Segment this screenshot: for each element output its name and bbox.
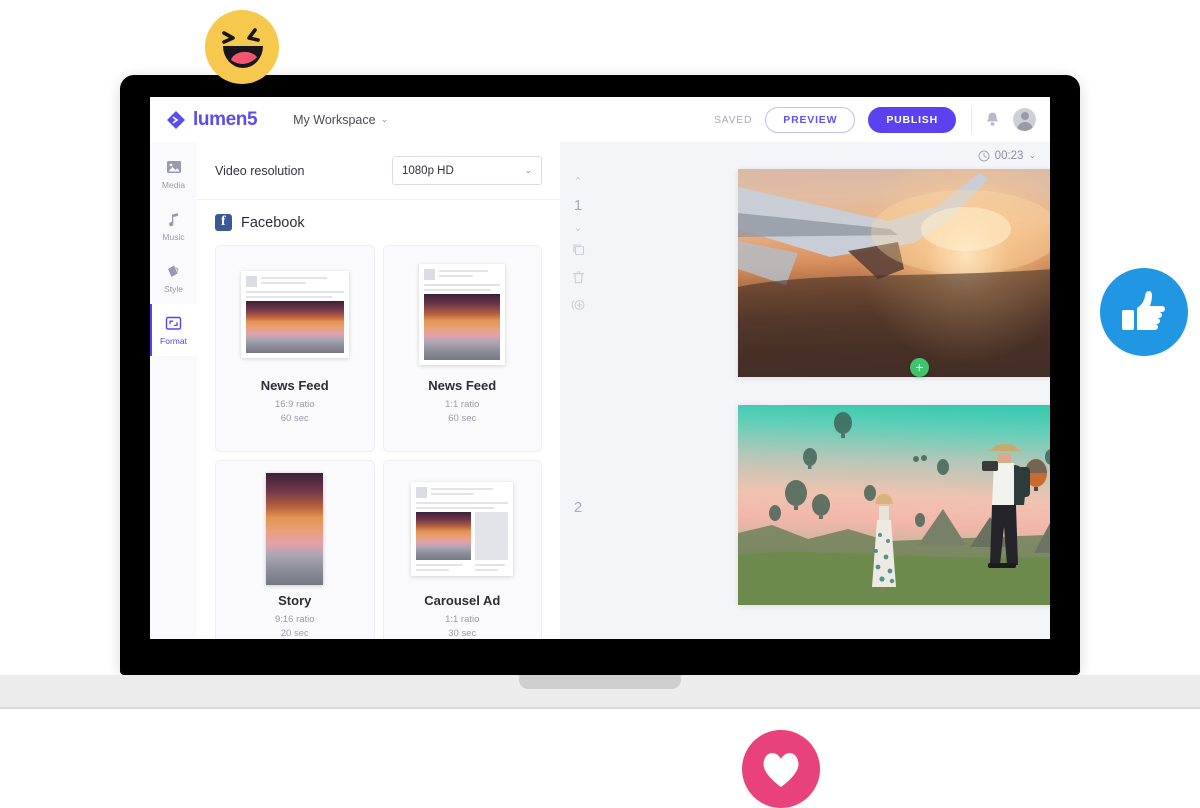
scene-number: 1 (573, 197, 583, 214)
format-card-ratio: 16:9 ratio (274, 399, 315, 410)
format-card-duration: 60 sec (280, 413, 309, 424)
format-card-story[interactable]: Story 9:16 ratio 20 sec (215, 460, 375, 639)
header-actions: SAVED PREVIEW PUBLISH (713, 106, 1050, 133)
format-frame-icon (165, 315, 182, 332)
sidebar-item-music[interactable]: Music (150, 200, 197, 252)
sidebar-item-label: Format (160, 335, 187, 346)
sidebar-item-style[interactable]: Style (150, 252, 197, 304)
brand-name: lumen5 (193, 108, 258, 130)
thumbnail (266, 469, 324, 589)
thumbnail (240, 254, 349, 374)
love-reaction (742, 730, 820, 808)
brand-logo[interactable]: lumen5 (166, 108, 258, 131)
format-card-carousel-ad[interactable]: Carousel Ad 1:1 ratio 30 sec (382, 460, 542, 639)
header-divider (971, 106, 972, 133)
avatar[interactable] (1013, 108, 1036, 131)
like-reaction (1100, 268, 1188, 356)
publish-button[interactable]: PUBLISH (868, 106, 956, 133)
saved-status: SAVED (713, 113, 753, 126)
format-card-title: Story (278, 593, 312, 608)
video-resolution-label: Video resolution (215, 163, 305, 178)
format-card-title: News Feed (260, 378, 329, 393)
stage: 00:23 ⌄ ⌃ 1 ⌄ + 2 (560, 142, 1050, 639)
sidebar-item-label: Music (162, 231, 185, 242)
chevron-down-icon: ⌄ (380, 114, 389, 124)
scene-2: 2 (560, 405, 1050, 610)
image-icon (165, 159, 182, 176)
video-duration[interactable]: 00:23 ⌄ (978, 150, 1036, 162)
chevron-up-icon[interactable]: ⌃ (573, 177, 582, 188)
haha-face-icon (222, 28, 263, 68)
format-card-news-feed-11[interactable]: News Feed 1:1 ratio 60 sec (382, 245, 542, 452)
format-card-grid: News Feed 16:9 ratio 60 sec News Feed 1:… (197, 241, 560, 639)
laptop-notch (519, 675, 681, 689)
stage-topbar: 00:23 ⌄ (560, 142, 1050, 169)
format-card-duration: 20 sec (280, 628, 309, 639)
platform-name: Facebook (241, 214, 305, 231)
post-mock-portrait (266, 473, 324, 585)
video-resolution-row: Video resolution 1080p HD ⌄ (197, 142, 560, 200)
format-card-title: News Feed (428, 378, 497, 393)
thumbs-up-icon (1122, 291, 1165, 330)
scene-2-image[interactable] (738, 405, 1050, 605)
format-card-ratio: 1:1 ratio (445, 614, 480, 625)
chevron-down-icon[interactable]: ⌄ (573, 223, 582, 234)
scene-1-image[interactable] (738, 169, 1050, 377)
thumbnail (419, 254, 506, 374)
duplicate-icon[interactable] (572, 243, 585, 261)
format-card-ratio: 9:16 ratio (274, 614, 315, 625)
post-mock-carousel (411, 482, 514, 576)
scene-rail: ⌃ 1 ⌄ (560, 169, 596, 392)
add-circle-icon[interactable] (571, 298, 586, 317)
trash-icon[interactable] (572, 270, 585, 289)
sidebar-item-label: Style (164, 283, 183, 294)
preview-button[interactable]: PREVIEW (765, 106, 856, 133)
post-mock-square (419, 263, 506, 365)
format-card-title: Carousel Ad (424, 593, 501, 608)
sidebar-item-format[interactable]: Format (150, 304, 197, 356)
post-mock-landscape (240, 270, 349, 358)
thumbnail (411, 469, 514, 589)
sidebar-item-media[interactable]: Media (150, 148, 197, 200)
laptop-frame: lumen5 My Workspace ⌄ SAVED PREVIEW PUBL… (120, 75, 1080, 675)
chevron-down-icon: ⌄ (524, 165, 532, 175)
app-header: lumen5 My Workspace ⌄ SAVED PREVIEW PUBL… (150, 97, 1050, 143)
sidebar-item-label: Media (161, 179, 186, 190)
heart-icon (763, 753, 799, 787)
video-resolution-select[interactable]: 1080p HD ⌄ (392, 156, 542, 185)
format-panel: Video resolution 1080p HD ⌄ Facebook (197, 142, 561, 639)
format-card-duration: 30 sec (448, 628, 477, 639)
workspace-selector[interactable]: My Workspace ⌄ (293, 113, 388, 127)
platform-heading: Facebook (197, 200, 560, 241)
left-nav: Media Music Style Format (150, 142, 198, 639)
format-card-ratio: 1:1 ratio (445, 399, 480, 410)
haha-reaction (205, 10, 279, 84)
format-card-duration: 60 sec (448, 413, 477, 424)
clock-icon (978, 150, 990, 161)
notification-bell-icon[interactable] (985, 111, 1000, 128)
workspace-label: My Workspace (293, 112, 376, 127)
video-resolution-value: 1080p HD (402, 164, 454, 177)
scene-1: ⌃ 1 ⌄ (560, 169, 1050, 384)
music-note-icon (165, 211, 182, 228)
format-card-news-feed-169[interactable]: News Feed 16:9 ratio 60 sec (215, 245, 375, 452)
duration-value: 00:23 (994, 149, 1024, 162)
lumen5-logo-icon (167, 110, 185, 129)
facebook-icon (215, 214, 232, 231)
scene-number: 2 (573, 499, 583, 516)
add-scene-button[interactable]: + (910, 358, 929, 377)
palette-icon (165, 263, 182, 280)
chevron-down-icon: ⌄ (1028, 150, 1036, 160)
laptop-screen: lumen5 My Workspace ⌄ SAVED PREVIEW PUBL… (150, 97, 1050, 639)
scene-rail: 2 (560, 405, 596, 610)
